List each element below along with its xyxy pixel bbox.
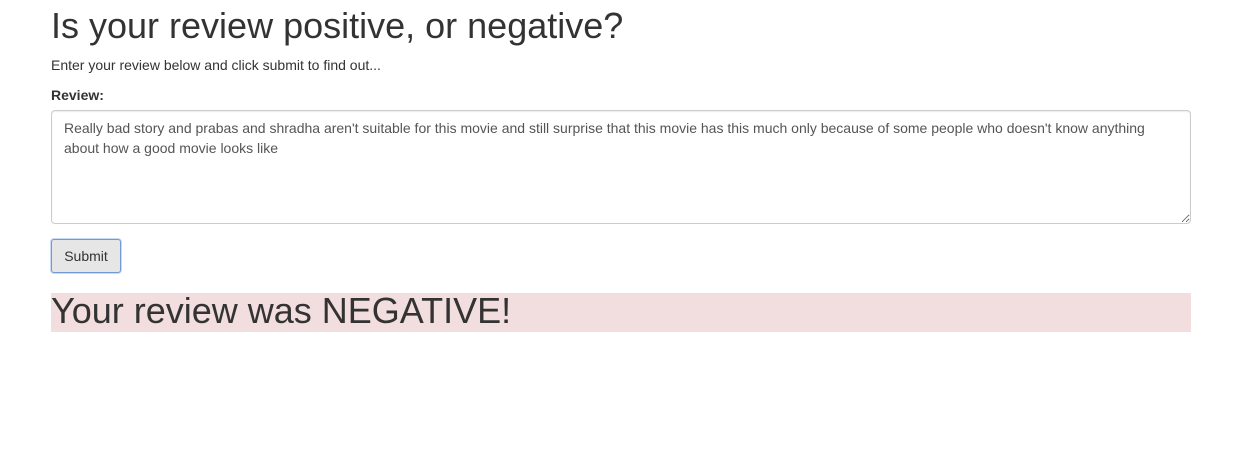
submit-button[interactable]: Submit bbox=[51, 239, 121, 273]
page-subtitle: Enter your review below and click submit… bbox=[51, 57, 381, 73]
result-text: Your review was NEGATIVE! bbox=[51, 290, 512, 331]
review-textarea[interactable]: Really bad story and prabas and shradha … bbox=[51, 110, 1191, 224]
result-banner: Your review was NEGATIVE! bbox=[51, 290, 1191, 332]
review-label: Review: bbox=[51, 87, 104, 103]
page-title: Is your review positive, or negative? bbox=[51, 5, 624, 46]
